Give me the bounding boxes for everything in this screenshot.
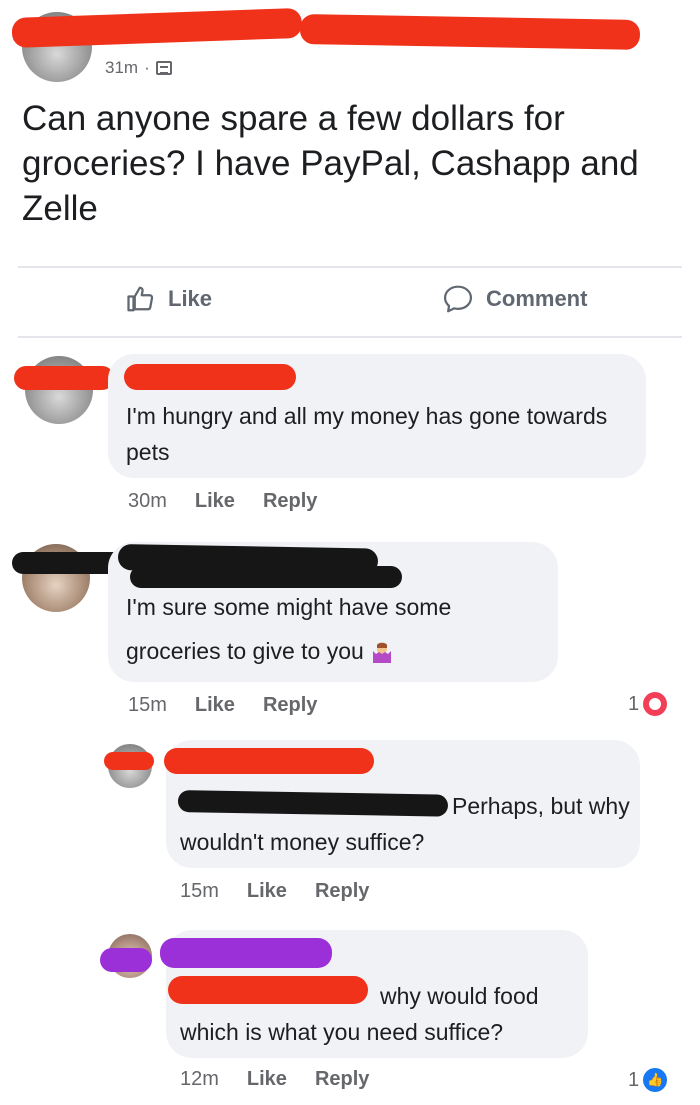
meta-separator: · — [144, 58, 150, 77]
like-icon: 👍 — [643, 1068, 668, 1092]
name-redaction — [104, 752, 154, 770]
name-redaction — [160, 938, 332, 968]
name-redaction — [14, 366, 114, 390]
comment-actions: 30m Like Reply — [128, 490, 317, 513]
comment-time[interactable]: 12m — [180, 1068, 219, 1091]
name-redaction — [100, 948, 152, 972]
comment-text: I'm sure some might have some groceries … — [126, 585, 546, 673]
comment-like-button[interactable]: Like — [195, 694, 235, 717]
comment-text: why would food which is what you need su… — [180, 983, 539, 1045]
comment-icon — [443, 285, 473, 313]
heart-icon — [643, 692, 668, 716]
like-button[interactable]: Like — [126, 284, 212, 314]
comment-reply-button[interactable]: Reply — [315, 880, 369, 903]
post-text: Can anyone spare a few dollars for groce… — [22, 99, 639, 228]
post-meta: 31m · — [105, 58, 172, 78]
comment-text-content: I'm sure some might have some groceries … — [126, 594, 452, 664]
privacy-icon — [155, 61, 172, 75]
comment-actions: 15m Like Reply — [128, 694, 317, 717]
comment-text: I'm hungry and all my money has gone tow… — [126, 403, 608, 465]
reaction-summary[interactable]: 1 👍 — [628, 1068, 668, 1092]
person-shrugging-emoji-icon — [373, 642, 392, 663]
comment-like-button[interactable]: Like — [247, 1068, 287, 1091]
reaction-count: 1 — [628, 692, 640, 715]
divider — [18, 266, 682, 268]
comment-button[interactable]: Comment — [442, 284, 587, 314]
reaction-summary[interactable]: 1 — [628, 692, 668, 716]
comment-time[interactable]: 15m — [180, 880, 219, 903]
comment-reply-button[interactable]: Reply — [315, 1068, 369, 1091]
thumbs-up-icon — [127, 286, 154, 312]
comment-time[interactable]: 15m — [128, 694, 167, 717]
comment-time[interactable]: 30m — [128, 490, 167, 513]
comment-actions: 15m Like Reply — [180, 880, 369, 903]
name-redaction — [124, 364, 296, 390]
comment-reply-button[interactable]: Reply — [263, 694, 317, 717]
comment-reply-button[interactable]: Reply — [263, 490, 317, 513]
name-redaction — [164, 748, 374, 774]
post-time[interactable]: 31m — [105, 58, 138, 78]
comment-like-button[interactable]: Like — [195, 490, 235, 513]
comment-text: Perhaps, but why wouldn't money suffice? — [180, 793, 630, 855]
divider — [18, 336, 682, 338]
comment-like-button[interactable]: Like — [247, 880, 287, 903]
comment-actions: 12m Like Reply — [180, 1068, 369, 1091]
name-redaction — [299, 14, 641, 50]
comment-label: Comment — [486, 286, 588, 311]
like-label: Like — [168, 286, 213, 311]
reaction-count: 1 — [628, 1068, 640, 1091]
